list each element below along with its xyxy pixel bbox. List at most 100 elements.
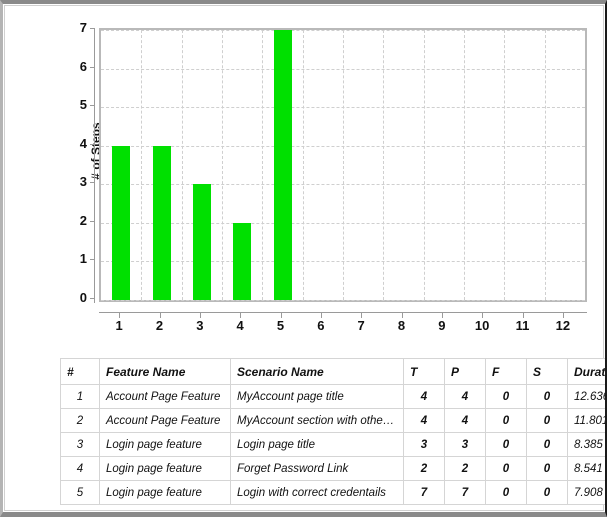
table-cell-duration: 8.385 s — [567, 432, 605, 457]
table-cell-total: 7 — [403, 480, 445, 505]
plot-area — [99, 28, 587, 302]
y-axis-tick-mark — [90, 182, 95, 184]
x-axis-tick-label: 3 — [196, 318, 204, 333]
table-cell-total: 4 — [403, 384, 445, 409]
table-cell-num: 3 — [60, 432, 100, 457]
plot-inner — [101, 30, 585, 301]
y-axis-tick-mark — [90, 259, 95, 261]
gridline-vertical — [544, 30, 546, 300]
x-axis-tick-label: 8 — [397, 318, 406, 333]
x-axis-tick-label: 11 — [515, 318, 530, 333]
table-header-cell-total[interactable]: T — [403, 358, 445, 385]
table-header-cell-feature[interactable]: Feature Name — [99, 358, 231, 385]
table-cell-failed: 0 — [485, 480, 527, 505]
table-cell-scenario: MyAccount section with other m... — [230, 408, 404, 433]
table-cell-num: 4 — [60, 456, 100, 481]
table-header-row: #Feature NameScenario NameTPFSDuration — [60, 358, 605, 385]
x-axis-tick-label: 9 — [438, 318, 446, 333]
gridline-vertical — [141, 30, 143, 300]
table-cell-total: 3 — [403, 432, 445, 457]
table-header: #Feature NameScenario NameTPFSDuration — [60, 358, 605, 385]
y-axis-tick-mark — [90, 28, 95, 29]
x-axis-tick-label: 12 — [555, 318, 571, 333]
table-header-cell-passed[interactable]: P — [444, 358, 486, 385]
table-row[interactable]: 3 Login page feature Login page title 3 3 0 0 8… — [60, 432, 605, 457]
table-cell-total: 2 — [403, 456, 445, 481]
y-axis-tick-label: 5 — [79, 97, 87, 113]
table-header-cell-num[interactable]: # — [60, 358, 100, 385]
table-cell-skipped: 0 — [526, 408, 568, 433]
table-cell-passed: 7 — [444, 480, 486, 505]
table-header-cell-skipped[interactable]: S — [526, 358, 568, 385]
table-header-cell-failed[interactable]: F — [485, 358, 527, 385]
table-row[interactable]: 4 Login page feature Forget Password Link 2… — [60, 456, 605, 481]
table-cell-failed: 0 — [485, 456, 527, 481]
y-axis-tick-mark — [90, 143, 95, 145]
table-cell-skipped: 0 — [526, 456, 568, 481]
gridline-vertical — [423, 30, 425, 300]
table-cell-duration: 7.908 s — [567, 480, 605, 505]
table-body: 1 Account Page Feature MyAccount page titl… — [60, 384, 605, 505]
table-cell-skipped: 0 — [526, 384, 568, 409]
table-header-cell-duration[interactable]: Duration — [567, 358, 605, 385]
y-axis-tick-mark — [90, 220, 95, 222]
x-axis-tick-label: 6 — [317, 318, 325, 333]
steps-bar-chart: # of Steps 01234567 1 2 3 4 5 6 7 8 9 10 11 12 — [5, 6, 605, 346]
x-axis-tick-label: 5 — [276, 318, 285, 333]
gridline-vertical — [504, 30, 506, 300]
bar[interactable] — [273, 30, 292, 300]
table-row[interactable]: 5 Login page feature Login with correct cr… — [60, 480, 605, 505]
gridline-vertical — [262, 30, 264, 300]
y-axis-tick-label: 0 — [79, 290, 87, 305]
table-cell-feature: Account Page Feature — [99, 408, 231, 433]
table-cell-passed: 4 — [444, 384, 486, 409]
table-cell-total: 4 — [403, 408, 445, 433]
x-axis-tick-label: 4 — [236, 318, 244, 333]
table-cell-feature: Login page feature — [99, 456, 231, 481]
table-cell-passed: 4 — [444, 408, 486, 433]
y-axis-tick-mark — [90, 105, 95, 107]
y-axis-line — [94, 28, 95, 303]
table-row[interactable]: 1 Account Page Feature MyAccount page titl… — [60, 384, 605, 409]
y-axis-tick-label: 3 — [79, 174, 87, 190]
report-frame: # of Steps 01234567 1 2 3 4 5 6 7 8 9 10 11 12 # Fea… — [4, 5, 605, 511]
x-axis-tick-label: 7 — [357, 318, 365, 333]
y-axis-tick-label: 1 — [79, 251, 87, 267]
x-axis-tick-label: 1 — [115, 318, 123, 333]
gridline-vertical — [181, 30, 183, 300]
table-cell-failed: 0 — [485, 384, 527, 409]
table-cell-scenario: Login with correct credentails — [230, 480, 404, 505]
y-axis-tick-label: 4 — [79, 135, 87, 151]
bar[interactable] — [233, 222, 252, 300]
table-cell-failed: 0 — [485, 432, 527, 457]
table-cell-num: 5 — [60, 480, 100, 505]
x-axis-tick-label: 2 — [155, 318, 164, 333]
table-header-cell-scenario[interactable]: Scenario Name — [230, 358, 404, 385]
table-cell-passed: 3 — [444, 432, 486, 457]
bar[interactable] — [192, 184, 211, 300]
table-cell-duration: 8.541 s — [567, 456, 605, 481]
gridline-vertical — [343, 30, 344, 300]
table-cell-passed: 2 — [444, 456, 486, 481]
results-table-wrapper: #Feature NameScenario NameTPFSDuration 1… — [60, 358, 605, 505]
table-cell-skipped: 0 — [526, 432, 568, 457]
table-cell-duration: 12.636 s — [567, 384, 605, 409]
y-axis-tick-label: 6 — [79, 58, 87, 74]
x-axis-line — [99, 312, 587, 313]
gridline-vertical — [383, 30, 385, 300]
table-cell-feature: Login page feature — [99, 432, 231, 457]
table-cell-scenario: MyAccount page title — [230, 384, 404, 409]
report-page: # of Steps 01234567 1 2 3 4 5 6 7 8 9 10 11 12 # Fea… — [0, 0, 607, 517]
table-cell-duration: 11.801 s — [567, 408, 605, 433]
table-cell-scenario: Forget Password Link — [230, 456, 404, 481]
table-row[interactable]: 2 Account Page Feature MyAccount section w… — [60, 408, 605, 433]
gridline-horizontal — [101, 300, 585, 301]
table-cell-num: 2 — [60, 408, 100, 433]
table-cell-skipped: 0 — [526, 480, 568, 505]
gridline-vertical — [302, 30, 304, 300]
y-axis-tick-label: 7 — [79, 20, 87, 35]
bar[interactable] — [152, 145, 171, 300]
x-axis-tick-label: 10 — [474, 318, 490, 333]
bar[interactable] — [112, 145, 131, 300]
table-cell-feature: Login page feature — [99, 480, 231, 505]
